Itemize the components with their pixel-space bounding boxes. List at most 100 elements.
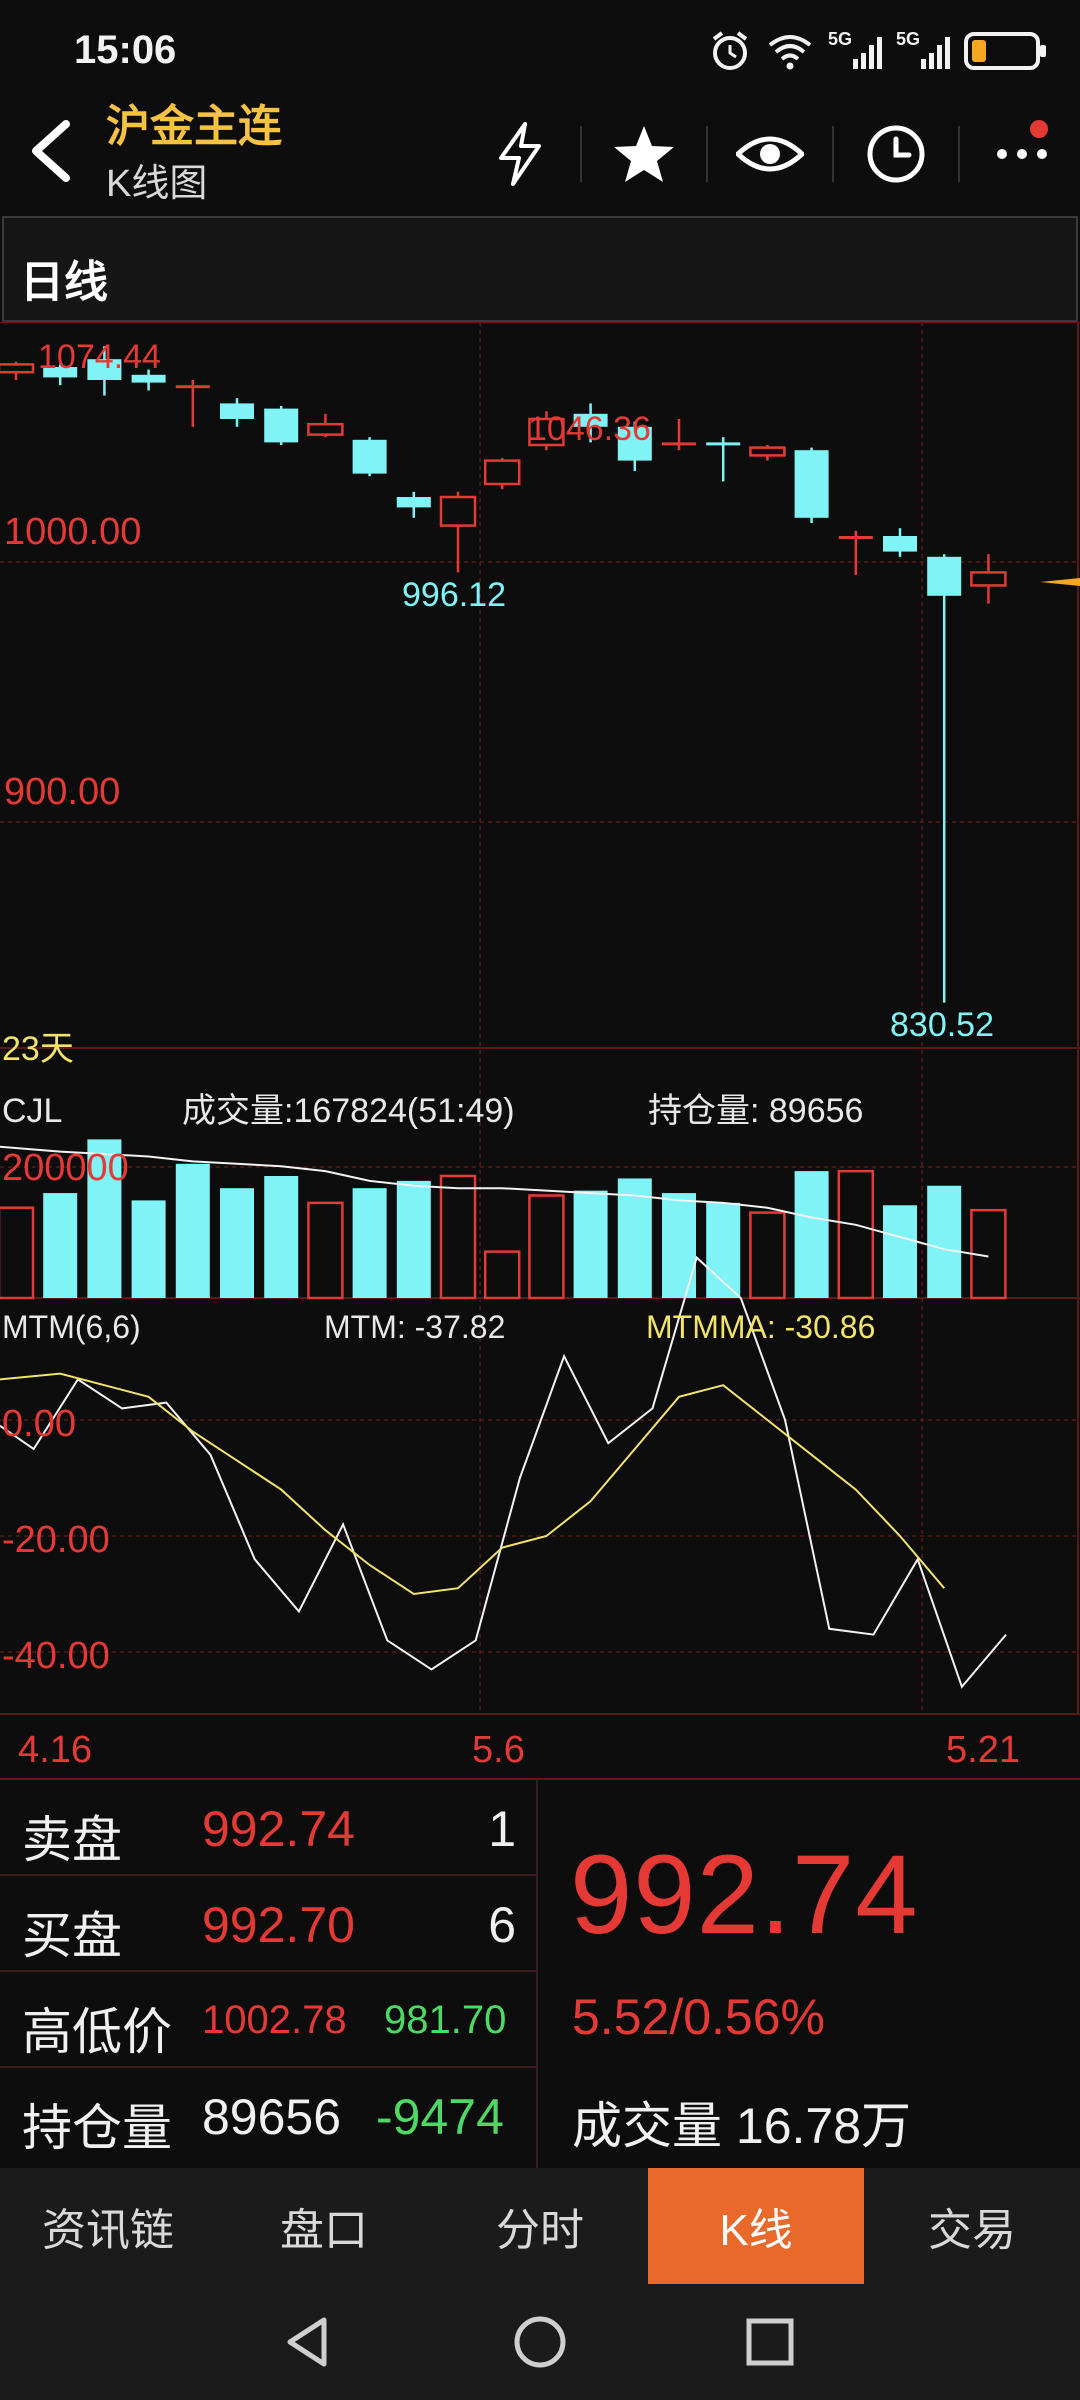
- tab-kline[interactable]: K线: [648, 2168, 864, 2284]
- current-price-marker: [1040, 578, 1080, 586]
- price-change: 5.52/0.56%: [572, 1989, 825, 2045]
- open-interest-label: 持仓量: [22, 2100, 172, 2156]
- candle: [175, 380, 210, 427]
- ask-volume: 1: [488, 1801, 516, 1857]
- candle: [662, 419, 696, 451]
- tab-intraday[interactable]: 分时: [432, 2168, 648, 2284]
- wifi-icon: [768, 35, 812, 70]
- candle: [352, 437, 387, 477]
- candle-body: [794, 450, 829, 518]
- page-subtitle: K线图: [106, 163, 208, 205]
- volume-bar: [883, 1205, 917, 1298]
- notification-dot: [1030, 120, 1048, 138]
- volume-y-label: 200000: [2, 1147, 129, 1189]
- candle: [706, 437, 741, 482]
- candle-body: [927, 556, 962, 596]
- eye-icon: [736, 136, 804, 172]
- volume-bar: [794, 1171, 829, 1298]
- candles: [0, 346, 1007, 1003]
- header-divider: [580, 126, 582, 182]
- high-low-label: 高低价: [22, 2004, 172, 2060]
- volume-bar: [396, 1180, 431, 1298]
- status-icons: 5G 5G: [708, 26, 1046, 76]
- open-interest-change: -9474: [376, 2089, 504, 2145]
- nav-back-button[interactable]: [278, 2312, 338, 2372]
- open-interest-text: 持仓量: 89656: [648, 1092, 863, 1130]
- tab-news[interactable]: 资讯链: [0, 2168, 216, 2284]
- volume-bar: [662, 1193, 696, 1298]
- volume-bar: [749, 1211, 786, 1300]
- candle-body: [706, 442, 741, 446]
- volume-text: 成交量:167824(51:49): [182, 1092, 515, 1130]
- x-label-start: 4.16: [18, 1729, 92, 1771]
- alarm-icon: [712, 31, 748, 70]
- candle-body: [307, 422, 344, 436]
- low-price: 981.70: [384, 1998, 507, 2042]
- mtm-y-label-20: -20.00: [2, 1519, 110, 1561]
- candle: [794, 447, 829, 523]
- watch-button[interactable]: [732, 116, 808, 192]
- candle: [220, 398, 254, 427]
- status-time: 15:06: [74, 28, 177, 72]
- volume-bar: [131, 1200, 166, 1298]
- candle: [396, 491, 431, 518]
- back-button[interactable]: [20, 116, 90, 186]
- mtmma-value: MTMMA: -30.86: [646, 1309, 875, 1345]
- high-price: 1002.78: [202, 1998, 347, 2042]
- battery-icon: [964, 32, 1046, 70]
- mtm-y-label-40: -40.00: [2, 1635, 110, 1677]
- high2-annotation: 1046.36: [528, 410, 651, 448]
- period-label: 日线: [20, 258, 108, 307]
- quote-divider: [536, 1780, 538, 2170]
- candle-body: [352, 439, 387, 474]
- total-volume: 成交量 16.78万: [572, 2098, 912, 2154]
- kline-chart-svg[interactable]: 1000.00 900.00 1074.44 1046.36 996.12 83…: [0, 322, 1080, 1778]
- candle-body: [439, 495, 477, 527]
- lightning-button[interactable]: [482, 116, 558, 192]
- candle: [0, 361, 35, 380]
- clock-icon: [867, 125, 925, 183]
- signal-icon: 5G: [828, 29, 882, 73]
- bottom-tabs: 资讯链 盘口 分时 K线 交易: [0, 2168, 1080, 2284]
- high-low-row: 高低价 1002.78 981.70: [0, 1972, 536, 2068]
- volume-bar: [528, 1194, 565, 1300]
- history-button[interactable]: [858, 116, 934, 192]
- lightning-icon: [499, 122, 541, 186]
- ask-label: 卖盘: [22, 1812, 122, 1868]
- x-label-mid: 5.6: [472, 1729, 525, 1771]
- status-bar: 15:06 5G 5G: [0, 0, 1080, 100]
- volume-bar: [264, 1176, 299, 1298]
- nav-recents-button[interactable]: [740, 2312, 800, 2372]
- bid-row[interactable]: 买盘 992.70 6: [0, 1876, 536, 1972]
- volume-bar: [483, 1250, 521, 1300]
- last-price: 992.74: [570, 1832, 919, 1957]
- signal2-label: 5G: [896, 29, 921, 49]
- x-label-end: 5.21: [946, 1729, 1020, 1771]
- tab-trade[interactable]: 交易: [864, 2168, 1080, 2284]
- volume-bar: [307, 1201, 344, 1300]
- nav-home-button[interactable]: [510, 2312, 570, 2372]
- volume-bars: [0, 1139, 1007, 1300]
- more-button[interactable]: [984, 116, 1060, 192]
- candle: [838, 530, 873, 575]
- kline-chart[interactable]: 1000.00 900.00 1074.44 1046.36 996.12 83…: [0, 322, 1080, 1778]
- candle: [749, 445, 786, 461]
- ask-row[interactable]: 卖盘 992.74 1: [0, 1780, 536, 1876]
- range-label: 23天: [2, 1030, 74, 1068]
- candle-body: [970, 571, 1007, 587]
- period-selector[interactable]: 日线: [2, 216, 1078, 322]
- volume-title: CJL: [2, 1092, 62, 1130]
- volume-bar: [573, 1190, 608, 1298]
- tab-orderbook[interactable]: 盘口: [216, 2168, 432, 2284]
- ask-price: 992.74: [202, 1801, 355, 1857]
- candle: [307, 413, 344, 438]
- volume-bar: [927, 1185, 962, 1298]
- favorite-button[interactable]: [606, 116, 682, 192]
- candle: [439, 491, 477, 573]
- quote-panel: 卖盘 992.74 1 买盘 992.70 6 高低价 1002.78 981.…: [0, 1778, 1080, 2170]
- volume-bar: [439, 1174, 477, 1300]
- volume-bar: [352, 1188, 387, 1298]
- low-annotation: 996.12: [402, 576, 506, 614]
- candle-body: [0, 363, 35, 374]
- home-circle-icon: [514, 2316, 566, 2368]
